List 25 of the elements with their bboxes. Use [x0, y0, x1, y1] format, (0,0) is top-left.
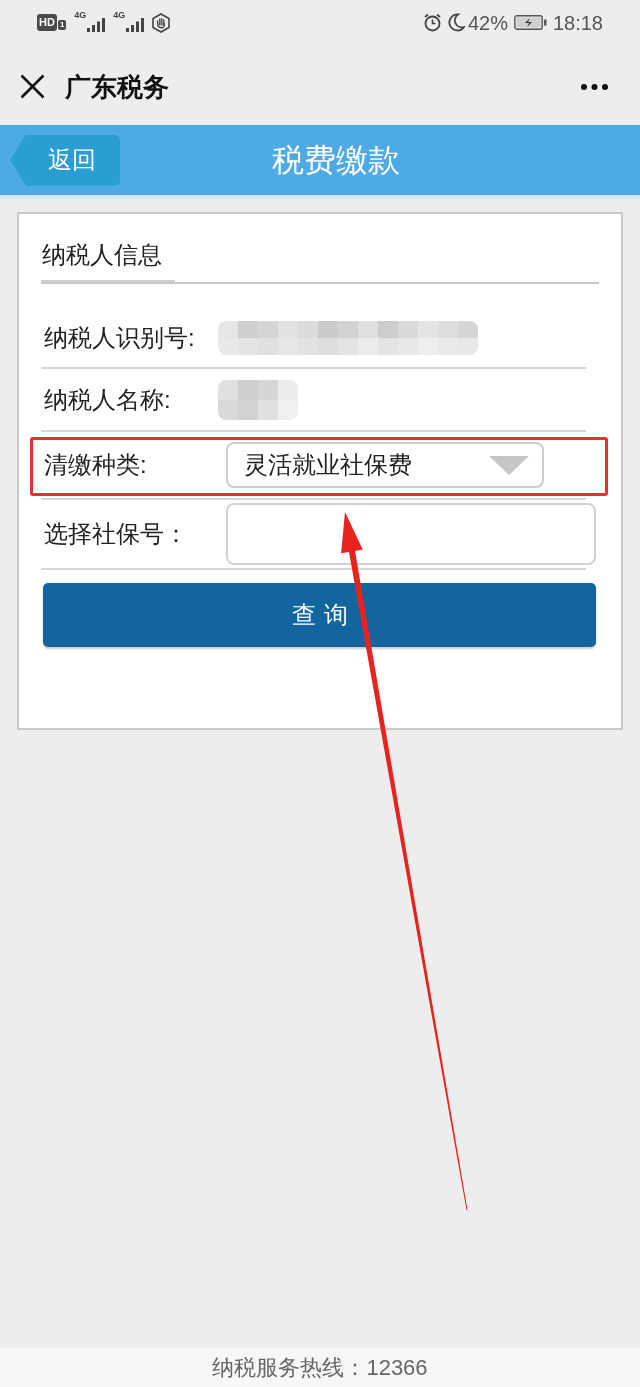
page-title: 税费缴款 — [272, 144, 400, 176]
hd-badge: HD — [37, 14, 57, 31]
app-title: 广东税务 — [65, 73, 169, 100]
field-label: 纳税人识别号: — [44, 323, 195, 351]
sim-slot-badge: 1 — [57, 19, 67, 30]
more-icon[interactable] — [581, 83, 608, 90]
battery-percentage: 42% — [467, 12, 508, 33]
signal-icon — [126, 17, 145, 32]
moon-icon — [447, 13, 465, 32]
network-type-label: 4G — [113, 10, 126, 20]
close-icon[interactable] — [20, 74, 45, 99]
field-label: 清缴种类: — [44, 451, 147, 478]
query-button[interactable]: 查询 — [43, 583, 596, 647]
alarm-clock-icon — [422, 13, 442, 32]
field-label: 纳税人名称: — [44, 385, 171, 413]
hand-icon — [151, 12, 172, 33]
field-label: 选择社保号： — [44, 520, 188, 547]
signal-icon — [87, 17, 106, 32]
clock-time: 18:18 — [552, 12, 603, 33]
dropdown-field[interactable]: 灵活就业社保费 — [226, 442, 544, 488]
battery-charging-icon — [513, 15, 547, 30]
hotline-text: 纳税服务热线：12366 — [212, 1356, 428, 1379]
input-field[interactable] — [226, 503, 596, 565]
network-type-label: 4G — [74, 10, 87, 20]
section-title: 纳税人信息 — [41, 240, 162, 270]
